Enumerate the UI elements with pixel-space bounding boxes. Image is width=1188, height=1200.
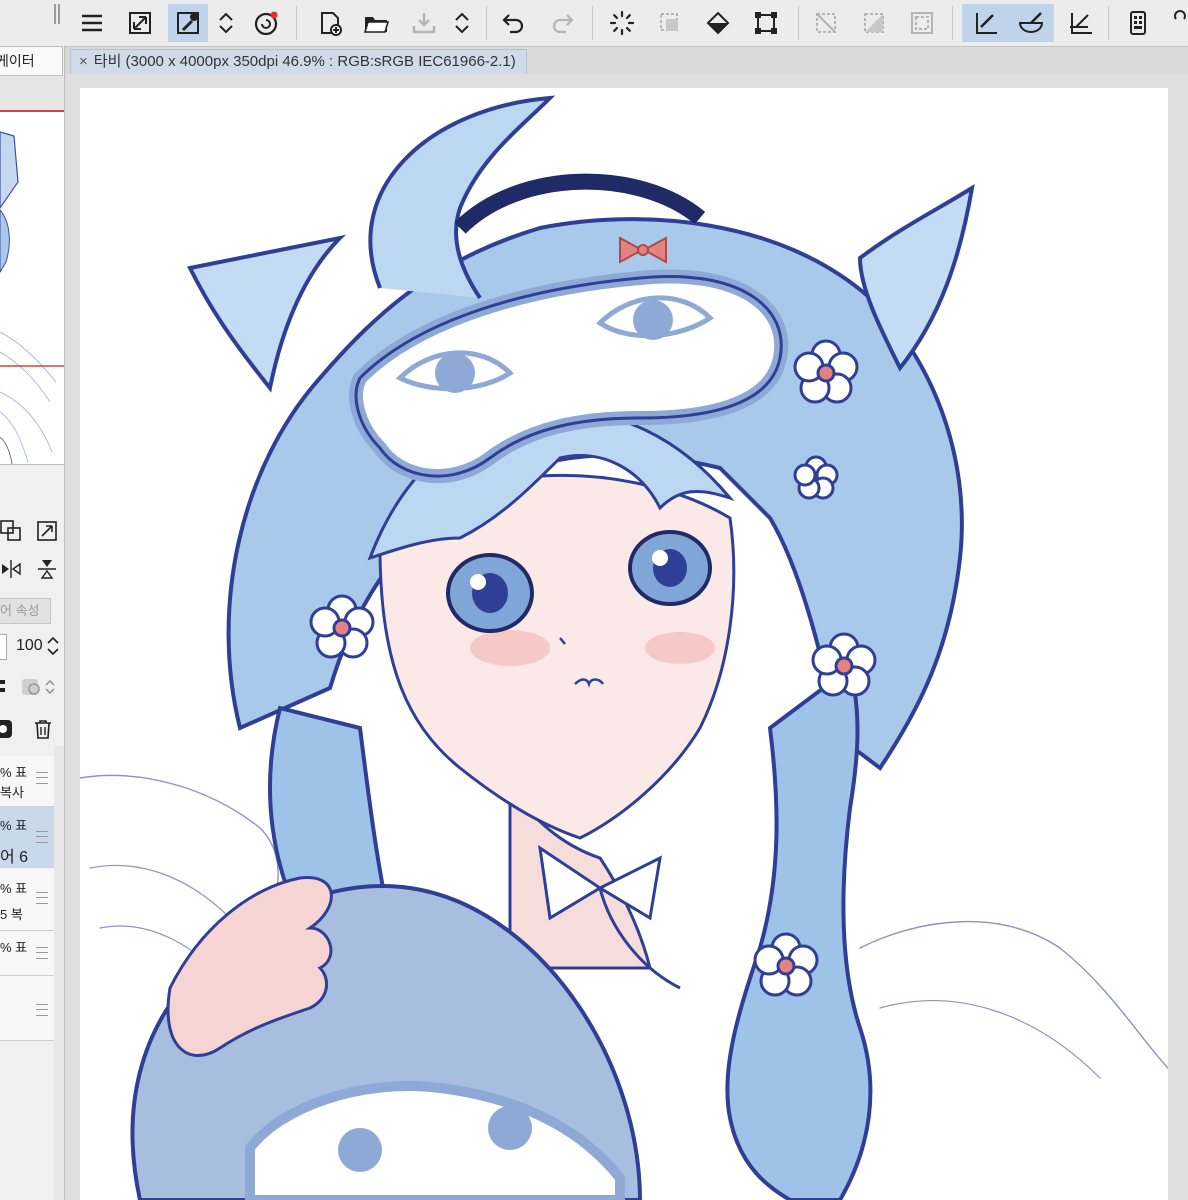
layer-opacity: % 표 [0,818,28,833]
spiral-app-icon[interactable] [246,4,286,42]
layer-menu-icon[interactable] [36,1004,48,1016]
flip-vertical-icon[interactable] [36,558,58,580]
layer-name: 어 6 [0,849,29,866]
loading-spinner-icon[interactable] [602,4,642,42]
fit-canvas-icon[interactable] [120,4,160,42]
layer-menu-icon[interactable] [36,947,48,959]
ruler-pen-icon[interactable] [962,4,1008,42]
artwork-illustration [80,95,1168,1200]
save-icon[interactable] [404,4,444,42]
trash-icon[interactable] [32,718,54,740]
redo-icon[interactable] [542,4,582,42]
flip-horizontal-icon[interactable] [0,558,22,580]
undo-icon[interactable] [494,4,534,42]
clear-selection-icon[interactable] [806,4,846,42]
layer-property-label: 어 속성 [0,603,40,618]
opacity-field[interactable]: 100 [0,632,62,660]
updown-arrows-icon[interactable] [208,4,244,42]
layer-opacity: % 표 [0,881,28,896]
layer-mask-icon[interactable] [0,718,22,740]
opacity-stepper-icon[interactable] [46,634,60,658]
menu-icon[interactable] [72,4,112,42]
layer-row-selected[interactable]: % 표 어 6 [0,807,54,868]
device-icon[interactable] [1118,4,1158,42]
transform-icon[interactable] [746,4,786,42]
invert-selection-icon[interactable] [854,4,894,42]
layer-row[interactable]: % 표 5 복 [0,868,54,931]
eyedropper-icon[interactable] [168,4,208,42]
layer-name: 5 복 [0,907,23,922]
perspective-ruler-icon[interactable] [1060,4,1100,42]
toolbar-overflow[interactable] [1170,4,1188,42]
document-tab[interactable]: × 타비 (3000 x 4000px 350dpi 46.9% : RGB:sR… [70,49,527,74]
layer-row[interactable]: % 표 [0,931,54,976]
drawing-canvas[interactable] [80,88,1168,1200]
clip-mask-icon[interactable] [20,676,60,698]
layer-property-tab[interactable]: 어 속성 [0,598,51,624]
rotate-view-icon[interactable] [0,520,22,542]
navigator-preview[interactable] [0,112,64,465]
layer-row[interactable]: % 표 복사 [0,756,54,807]
layer-menu-icon[interactable] [36,831,48,843]
layer-mode-icon[interactable] [0,676,22,698]
document-title: 타비 (3000 x 4000px 350dpi 46.9% : RGB:sRG… [93,53,516,70]
toolbar [0,0,1188,47]
new-canvas-icon[interactable] [310,4,350,42]
layer-panel-scrollbar[interactable] [54,746,64,1200]
layer-menu-icon[interactable] [36,772,48,784]
sidebar-tab-navigator[interactable]: 게이터 [0,46,63,76]
sidebar: 게이터 어 속성 100 [0,46,65,1200]
selection-border-icon[interactable] [902,4,942,42]
updown-arrows-icon[interactable] [444,4,480,42]
opacity-value: 100 [16,637,43,654]
layer-name: 복사 [0,785,24,800]
fit-window-icon[interactable] [36,520,58,542]
sidebar-tab-label: 게이터 [0,53,35,69]
fill-bucket-icon[interactable] [698,4,738,42]
toolbar-grip[interactable] [54,4,62,42]
close-icon[interactable]: × [79,53,88,70]
layer-row[interactable] [0,976,54,1041]
brush-bowl-icon[interactable] [1008,4,1054,42]
select-dotted-icon[interactable] [650,4,690,42]
open-folder-icon[interactable] [356,4,396,42]
layer-menu-icon[interactable] [36,892,48,904]
navigator-header [0,76,64,112]
layer-opacity: % 표 [0,765,28,780]
layer-opacity: % 표 [0,940,28,955]
